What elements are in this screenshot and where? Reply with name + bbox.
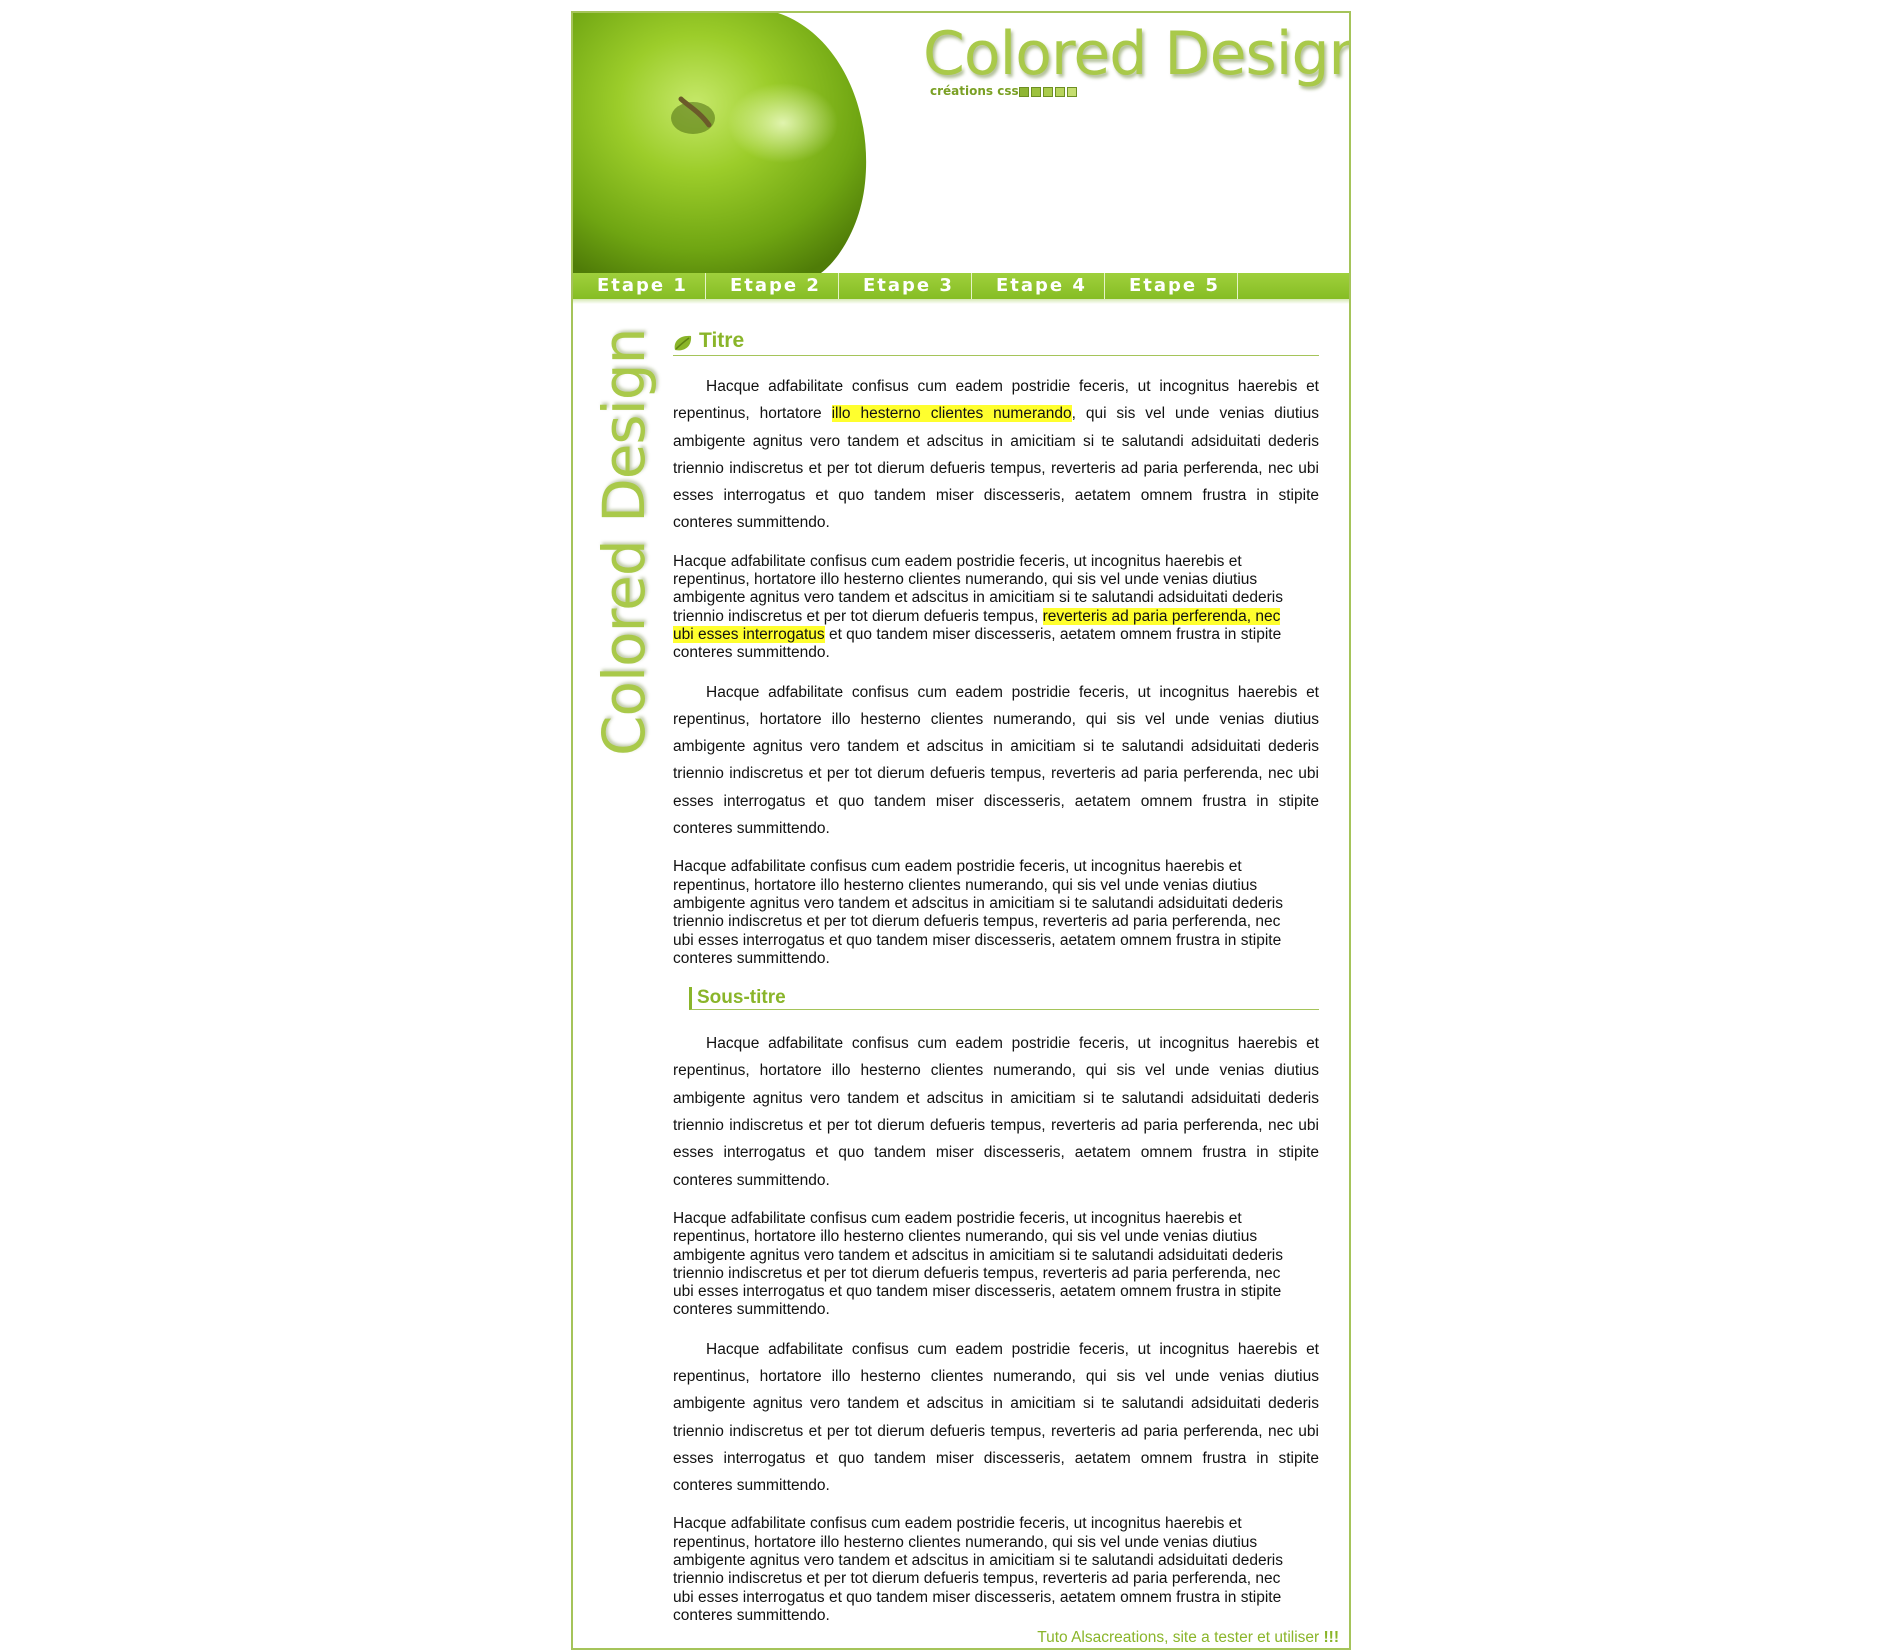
paragraph-line: conteres summittendo. bbox=[673, 1606, 830, 1624]
side-logo-text: Colored Design bbox=[590, 328, 658, 756]
logo-title: Colored Design bbox=[923, 19, 1349, 89]
footer: Tuto Alsacreations, site a tester et uti… bbox=[1037, 1629, 1339, 1647]
nav-shadow bbox=[573, 299, 1349, 304]
paragraph-line: repentinus, hortatore illo hesterno clie… bbox=[673, 571, 1258, 589]
paragraph-line: et quo tandem miser discesseris, aetatem… bbox=[824, 625, 1282, 643]
paragraph-line: repentinus, hortatore illo hesterno clie… bbox=[673, 1228, 1258, 1246]
paragraph: Hacque adfabilitate confisus cum eadem p… bbox=[673, 683, 1319, 838]
footer-text: Tuto Alsacreations, site a tester et uti… bbox=[1037, 1629, 1324, 1646]
paragraph-line: repentinus, hortatore illo hesterno clie… bbox=[673, 876, 1258, 894]
side-logo: Colored Design bbox=[590, 329, 658, 759]
paragraph-line: conteres summittendo. bbox=[673, 1301, 830, 1319]
main-nav: Etape 1 Etape 2 Etape 3 Etape 4 Etape 5 bbox=[573, 273, 1349, 299]
paragraph-line: Hacque adfabilitate confisus cum eadem p… bbox=[673, 1515, 1242, 1533]
highlight: reverteris ad paria perferenda, nec bbox=[1042, 607, 1281, 625]
paragraph-line: Hacque adfabilitate confisus cum eadem p… bbox=[673, 552, 1242, 570]
paragraph-line: conteres summittendo. bbox=[673, 949, 830, 967]
section-subtitle: Sous-titre bbox=[689, 987, 1319, 1011]
paragraph: Hacque adfabilitate confisus cum eadem p… bbox=[673, 1035, 1319, 1189]
paragraph-text: , qui sis vel unde venias diutius ambige… bbox=[673, 405, 1319, 532]
paragraph-line: triennio indiscretus et per tot dierum d… bbox=[673, 913, 1281, 931]
paragraph-line: ubi esses interrogatus et quo tandem mis… bbox=[673, 1588, 1282, 1606]
paragraph-line: ambigente agnitus vero tandem et adscitu… bbox=[673, 1552, 1283, 1570]
paragraph: Hacque adfabilitate confisus cum eadem p… bbox=[673, 373, 1319, 537]
paragraph: Hacque adfabilitate confisus cum eadem p… bbox=[673, 553, 1319, 663]
page-title: Titre bbox=[673, 329, 1319, 356]
page-title-text: Titre bbox=[699, 329, 745, 352]
paragraph-line: Hacque adfabilitate confisus cum eadem p… bbox=[673, 1209, 1242, 1227]
leaf-icon bbox=[674, 335, 692, 351]
nav-item-etape-4[interactable]: Etape 4 bbox=[972, 273, 1105, 299]
paragraph: Hacque adfabilitate confisus cum eadem p… bbox=[673, 858, 1319, 968]
paragraph-line: ambigente agnitus vero tandem et adscitu… bbox=[673, 1246, 1283, 1264]
paragraph-line: ambigente agnitus vero tandem et adscitu… bbox=[673, 894, 1283, 912]
paragraph: Hacque adfabilitate confisus cum eadem p… bbox=[673, 1210, 1319, 1320]
nav-item-etape-2[interactable]: Etape 2 bbox=[706, 273, 839, 299]
logo-square bbox=[1055, 87, 1065, 97]
paragraph: Hacque adfabilitate confisus cum eadem p… bbox=[673, 1340, 1319, 1495]
highlight: illo hesterno clientes numerando bbox=[831, 405, 1072, 423]
main-content: Titre Hacque adfabilitate confisus cum e… bbox=[673, 329, 1319, 1625]
logo-squares bbox=[1019, 87, 1077, 97]
paragraph-line: repentinus, hortatore illo hesterno clie… bbox=[673, 1533, 1258, 1551]
logo-square bbox=[1043, 87, 1053, 97]
nav-item-etape-1[interactable]: Etape 1 bbox=[573, 273, 706, 299]
paragraph-line: ambigente agnitus vero tandem et adscitu… bbox=[673, 589, 1283, 607]
logo-square bbox=[1019, 87, 1029, 97]
header: Colored Design créations css bbox=[573, 13, 1349, 273]
apple-image bbox=[573, 13, 873, 273]
paragraph: Hacque adfabilitate confisus cum eadem p… bbox=[673, 1515, 1319, 1625]
logo-subtitle: créations css bbox=[930, 84, 1019, 98]
paragraph-line: triennio indiscretus et per tot dierum d… bbox=[673, 607, 1043, 625]
logo-square bbox=[1067, 87, 1077, 97]
footer-emphasis: !!! bbox=[1323, 1629, 1340, 1646]
nav-item-etape-3[interactable]: Etape 3 bbox=[839, 273, 972, 299]
nav-item-etape-5[interactable]: Etape 5 bbox=[1105, 273, 1238, 299]
paragraph-line: triennio indiscretus et per tot dierum d… bbox=[673, 1264, 1281, 1282]
logo-square bbox=[1031, 87, 1041, 97]
paragraph-line: Hacque adfabilitate confisus cum eadem p… bbox=[673, 858, 1242, 876]
paragraph-line: ubi esses interrogatus et quo tandem mis… bbox=[673, 1283, 1282, 1301]
paragraph-line: conteres summittendo. bbox=[673, 644, 830, 662]
paragraph-line: triennio indiscretus et per tot dierum d… bbox=[673, 1570, 1281, 1588]
highlight: ubi esses interrogatus bbox=[673, 625, 825, 643]
page-frame: Colored Design créations css Etape 1 Eta… bbox=[571, 11, 1351, 1650]
paragraph-line: ubi esses interrogatus et quo tandem mis… bbox=[673, 931, 1282, 949]
